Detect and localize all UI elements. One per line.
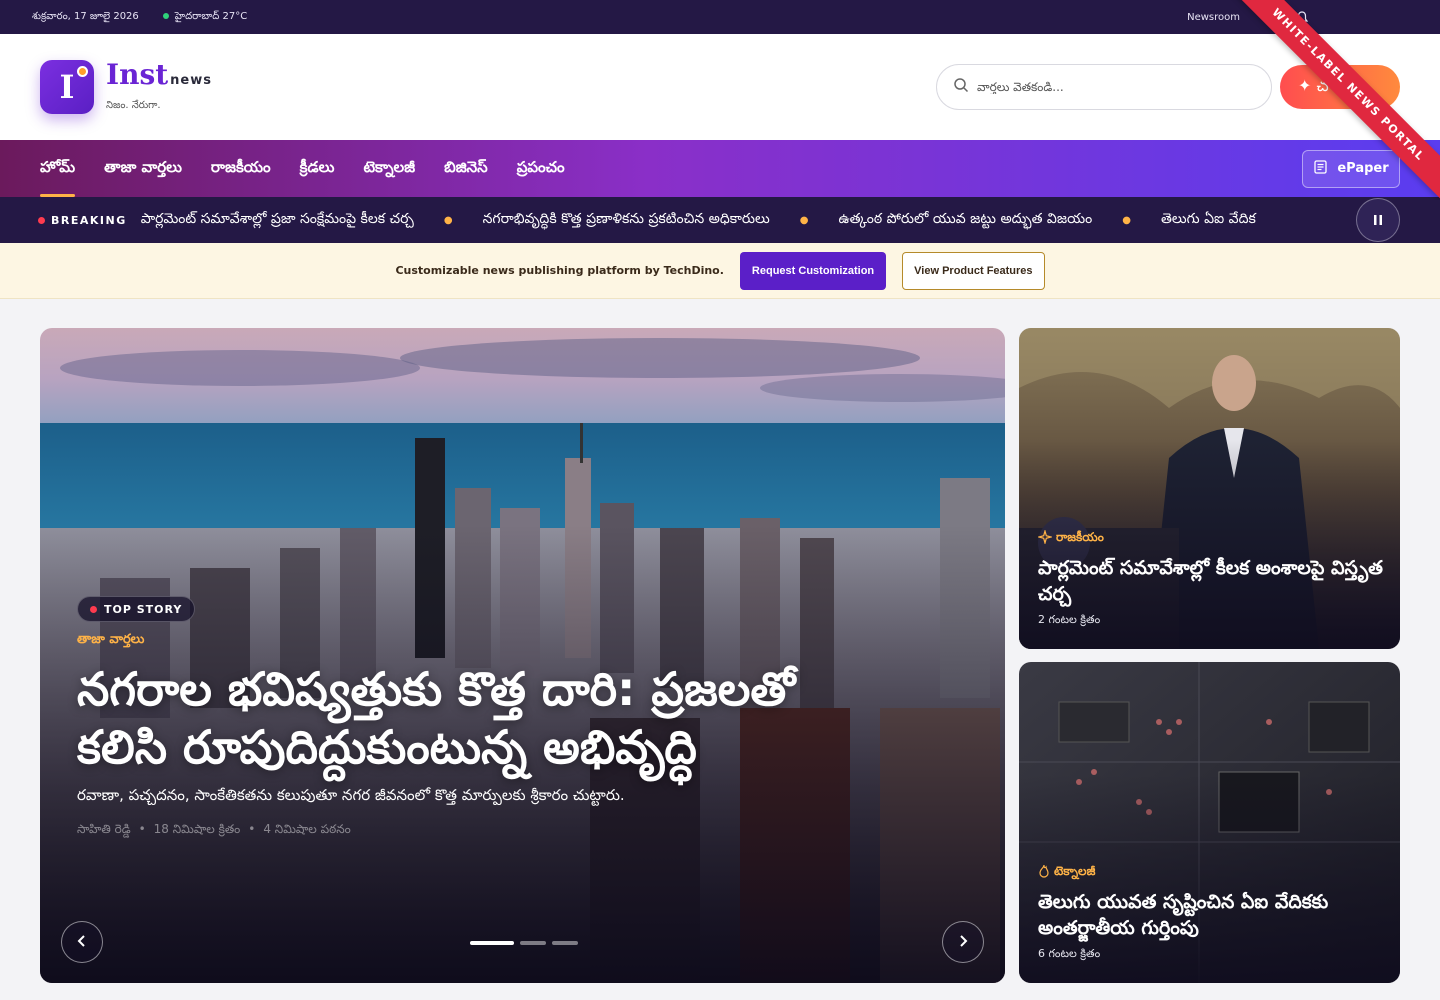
- breaking-dot-icon: [38, 216, 45, 224]
- search-box[interactable]: [936, 64, 1272, 110]
- breaking-ticker: పార్లమెంట్ సమావేశాల్లో ప్రజా సంక్షేమంపై …: [141, 211, 1341, 230]
- card-time: 2 గంటల క్రితం: [1038, 613, 1101, 626]
- card-category-label: టెక్నాలజీ: [1054, 864, 1096, 878]
- next-slide-button[interactable]: [942, 921, 984, 963]
- logo-letter: I: [59, 68, 75, 106]
- sparkle-icon: [1036, 528, 1054, 547]
- newsroom-link[interactable]: Newsroom: [1187, 12, 1240, 23]
- view-features-button[interactable]: View Product Features: [902, 251, 1045, 290]
- site-header: I Instnews నిజం. నేరుగా. ✦ చ: [0, 34, 1440, 140]
- hero-title[interactable]: నగరాల భవిష్యత్తుకు కొత్త దారి: ప్రజలతో క…: [77, 660, 877, 776]
- ticker-separator: ●: [443, 214, 453, 226]
- logo-mark[interactable]: I: [40, 60, 94, 114]
- hero-time: 18 నిమిషాల క్రితం: [153, 822, 241, 836]
- nav-item-business[interactable]: బిజినెస్: [444, 140, 488, 197]
- nav-item-home[interactable]: హోమ్: [40, 140, 76, 197]
- card-category[interactable]: టెక్నాలజీ: [1038, 864, 1384, 881]
- epaper-button[interactable]: ePaper: [1302, 149, 1400, 188]
- bell-icon[interactable]: [1296, 10, 1308, 24]
- breaking-bar: BREAKING పార్లమెంట్ సమావేశాల్లో ప్రజా సం…: [0, 197, 1440, 243]
- pause-icon: [1373, 211, 1383, 230]
- hero-read-time: 4 నిమిషాల పఠనం: [263, 822, 351, 836]
- brand-tagline: నిజం. నేరుగా.: [106, 100, 161, 111]
- badge-dot-icon: [90, 605, 97, 613]
- current-date: శుక్రవారం, 17 జూలై 2026: [32, 11, 139, 22]
- subscribe-button[interactable]: ✦ చ: [1280, 65, 1400, 109]
- ticker-separator: ●: [799, 214, 809, 226]
- ticker-separator: ●: [1122, 214, 1131, 226]
- meta-separator: •: [138, 822, 146, 836]
- brand-suffix: news: [170, 73, 212, 88]
- badge-text: TOP STORY: [104, 602, 183, 616]
- prev-slide-button[interactable]: [61, 921, 103, 963]
- breaking-label: BREAKING: [38, 214, 141, 227]
- slide-indicator: [470, 941, 578, 945]
- card-title[interactable]: తెలుగు యువత సృష్టించిన ఏఐ వేదికకు అంతర్జ…: [1038, 889, 1384, 941]
- weather: హైదరాబాద్ 27°C: [162, 10, 248, 24]
- weather-text: హైదరాబాద్ 27°C: [174, 11, 248, 22]
- nav-item-world[interactable]: ప్రపంచం: [517, 140, 565, 197]
- chevron-left-icon: [76, 933, 88, 952]
- nav-item-latest[interactable]: తాజా వార్తలు: [104, 140, 182, 197]
- live-dot-icon: [162, 13, 169, 19]
- ticker-item[interactable]: పార్లమెంట్ సమావేశాల్లో ప్రజా సంక్షేమంపై …: [141, 211, 414, 230]
- top-bar: శుక్రవారం, 17 జూలై 2026 హైదరాబాద్ 27°C N…: [0, 0, 1440, 34]
- card-category-label: రాజకీయం: [1056, 530, 1104, 544]
- promo-text: Customizable news publishing platform by…: [395, 264, 724, 277]
- hero-subtitle: రవాణా, పచ్చదనం, సాంకేతికతను కలుపుతూ నగర …: [77, 786, 625, 804]
- epaper-label: ePaper: [1337, 161, 1389, 176]
- nav-item-technology[interactable]: టెక్నాలజీ: [363, 140, 415, 197]
- search-input[interactable]: [977, 80, 1237, 94]
- flame-icon: [1038, 864, 1050, 881]
- brand-name: Inst: [106, 58, 169, 91]
- ticker-item[interactable]: నగరాభివృద్ధికి కొత్త ప్రణాళికను ప్రకటించ…: [483, 211, 770, 230]
- slide-dot[interactable]: [520, 941, 546, 945]
- newspaper-icon: [1313, 159, 1329, 179]
- slide-dot[interactable]: [470, 941, 514, 945]
- ticker-item[interactable]: తెలుగు ఏఐ వేదిక: [1161, 211, 1256, 230]
- story-card[interactable]: రాజకీయం పార్లమెంట్ సమావేశాల్లో కీలక అంశా…: [1019, 328, 1400, 649]
- hero-content: TOP STORY తాజా వార్తలు నగరాల భవిష్యత్తుక…: [77, 596, 877, 839]
- breaking-label-text: BREAKING: [51, 213, 127, 227]
- request-customization-button[interactable]: Request Customization: [739, 251, 887, 290]
- ticker-item[interactable]: ఉత్కంఠ పోరులో యువ జట్టు అద్భుత విజయం: [839, 211, 1093, 230]
- card-info: టెక్నాలజీ తెలుగు యువత సృష్టించిన ఏఐ వేది…: [1038, 864, 1384, 963]
- hero-meta: సాహితి రెడ్డి • 18 నిమిషాల క్రితం • 4 నిమిషా…: [77, 822, 877, 839]
- promo-bar: Customizable news publishing platform by…: [0, 243, 1440, 299]
- ticker-pause-button[interactable]: [1356, 198, 1400, 242]
- nav-item-sports[interactable]: క్రీడలు: [300, 140, 335, 197]
- featured-section: TOP STORY తాజా వార్తలు నగరాల భవిష్యత్తుక…: [40, 328, 1400, 983]
- card-time: 6 గంటల క్రితం: [1038, 947, 1101, 960]
- card-category[interactable]: రాజకీయం: [1036, 528, 1384, 547]
- card-info: రాజకీయం పార్లమెంట్ సమావేశాల్లో కీలక అంశా…: [1036, 528, 1384, 629]
- meta-separator: •: [248, 822, 256, 836]
- nav-item-politics[interactable]: రాజకీయం: [211, 140, 271, 197]
- main-nav: హోమ్ తాజా వార్తలు రాజకీయం క్రీడలు టెక్నా…: [0, 140, 1440, 197]
- hero-author: సాహితి రెడ్డి: [77, 822, 131, 836]
- slide-dot[interactable]: [552, 941, 578, 945]
- logo-dot-icon: [77, 66, 88, 77]
- story-card[interactable]: టెక్నాలజీ తెలుగు యువత సృష్టించిన ఏఐ వేది…: [1019, 662, 1400, 983]
- top-story-badge: TOP STORY: [77, 596, 196, 622]
- search-icon: [953, 77, 969, 97]
- hero-story[interactable]: TOP STORY తాజా వార్తలు నగరాల భవిష్యత్తుక…: [40, 328, 1005, 983]
- card-title[interactable]: పార్లమెంట్ సమావేశాల్లో కీలక అంశాలపై విస్…: [1038, 555, 1384, 607]
- brand[interactable]: Inst news నిజం. నేరుగా.: [106, 61, 212, 113]
- chevron-right-icon: [957, 933, 969, 952]
- hero-category[interactable]: తాజా వార్తలు: [77, 632, 877, 650]
